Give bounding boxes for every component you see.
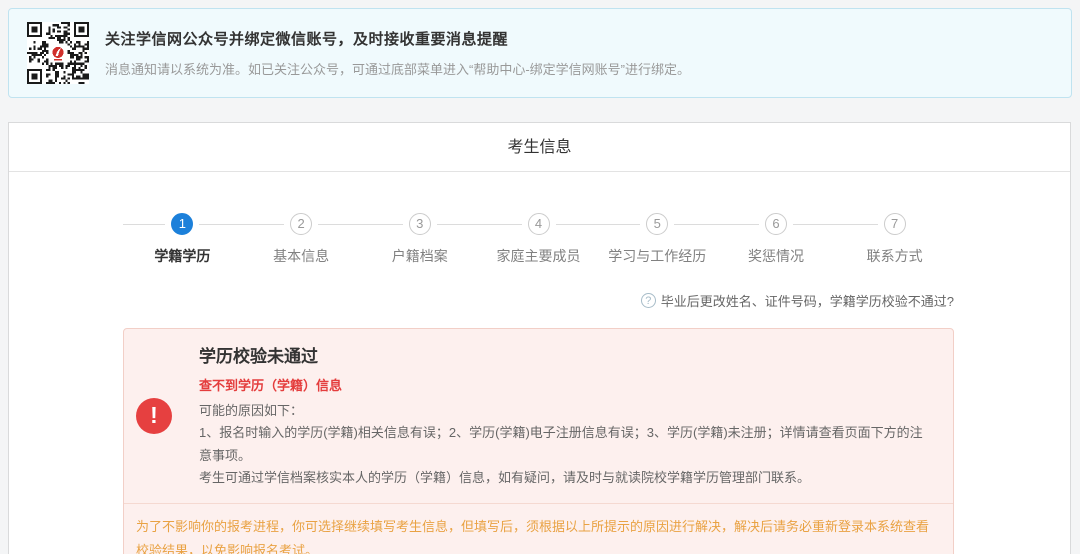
help-link-label: 毕业后更改姓名、证件号码，学籍学历校验不通过?	[661, 291, 954, 310]
step-label: 家庭主要成员	[479, 246, 598, 266]
alert-body: 可能的原因如下： 1、报名时输入的学历(学籍)相关信息有误；2、学历(学籍)电子…	[199, 400, 933, 489]
step-label: 学籍学历	[123, 246, 242, 266]
candidate-info-panel: 考生信息 1 学籍学历 2 基本信息	[8, 122, 1071, 554]
verification-help-link[interactable]: ? 毕业后更改姓名、证件号码，学籍学历校验不通过?	[641, 291, 954, 310]
step-number: 6	[765, 213, 787, 235]
step-head: 1	[123, 213, 242, 237]
banner-title: 关注学信网公众号并绑定微信账号，及时接收重要消息提醒	[105, 28, 690, 49]
step-label: 学习与工作经历	[598, 246, 717, 266]
panel-content: 1 学籍学历 2 基本信息 3 户籍档案	[123, 213, 954, 554]
wechat-banner: 关注学信网公众号并绑定微信账号，及时接收重要消息提醒 消息通知请以系统为准。如已…	[8, 8, 1072, 98]
alert-warning-note: 为了不影响你的报考进程，你可选择继续填写考生信息，但填写后，须根据以上所提示的原…	[124, 503, 953, 554]
alert-main: ! 学历校验未通过 查不到学历（学籍）信息 可能的原因如下： 1、报名时输入的学…	[124, 329, 953, 503]
step-number: 2	[290, 213, 312, 235]
step-head: 6	[717, 213, 836, 237]
step-label: 基本信息	[242, 246, 361, 266]
question-mark-icon: ?	[641, 293, 656, 308]
step-item[interactable]: 7 联系方式	[835, 213, 954, 266]
help-row: ? 毕业后更改姓名、证件号码，学籍学历校验不通过?	[123, 291, 954, 310]
alert-reasons: 1、报名时输入的学历(学籍)相关信息有误；2、学历(学籍)电子注册信息有误；3、…	[199, 422, 933, 467]
step-label: 联系方式	[835, 246, 954, 266]
alert-subtitle: 查不到学历（学籍）信息	[199, 375, 933, 394]
step-indicator: 1 学籍学历 2 基本信息 3 户籍档案	[123, 213, 954, 266]
alert-reason-intro: 可能的原因如下：	[199, 400, 933, 422]
step-number: 5	[646, 213, 668, 235]
error-exclamation-icon: !	[136, 398, 172, 434]
qr-code-svg	[27, 22, 89, 84]
step-head: 4	[479, 213, 598, 237]
step-head: 3	[360, 213, 479, 237]
step-item[interactable]: 4 家庭主要成员	[479, 213, 598, 266]
step-number: 7	[884, 213, 906, 235]
banner-text: 关注学信网公众号并绑定微信账号，及时接收重要消息提醒 消息通知请以系统为准。如已…	[105, 28, 690, 78]
step-label: 户籍档案	[360, 246, 479, 266]
step-number: 4	[528, 213, 550, 235]
step-head: 5	[598, 213, 717, 237]
banner-subtitle: 消息通知请以系统为准。如已关注公众号，可通过底部菜单进入“帮助中心-绑定学信网账…	[105, 59, 690, 78]
step-number: 1	[171, 213, 193, 235]
step-head: 7	[835, 213, 954, 237]
alert-text-block: 学历校验未通过 查不到学历（学籍）信息 可能的原因如下： 1、报名时输入的学历(…	[199, 342, 933, 489]
qr-code-icon	[27, 22, 89, 84]
alert-advice: 考生可通过学信档案核实本人的学历（学籍）信息，如有疑问，请及时与就读院校学籍学历…	[199, 467, 933, 489]
step-item[interactable]: 5 学习与工作经历	[598, 213, 717, 266]
alert-title: 学历校验未通过	[199, 342, 933, 367]
step-item[interactable]: 6 奖惩情况	[717, 213, 836, 266]
step-item[interactable]: 2 基本信息	[242, 213, 361, 266]
step-item[interactable]: 3 户籍档案	[360, 213, 479, 266]
step-number: 3	[409, 213, 431, 235]
verification-failed-alert: ! 学历校验未通过 查不到学历（学籍）信息 可能的原因如下： 1、报名时输入的学…	[123, 328, 954, 554]
step-head: 2	[242, 213, 361, 237]
step-item[interactable]: 1 学籍学历	[123, 213, 242, 266]
page-title: 考生信息	[9, 123, 1070, 172]
step-label: 奖惩情况	[717, 246, 836, 266]
